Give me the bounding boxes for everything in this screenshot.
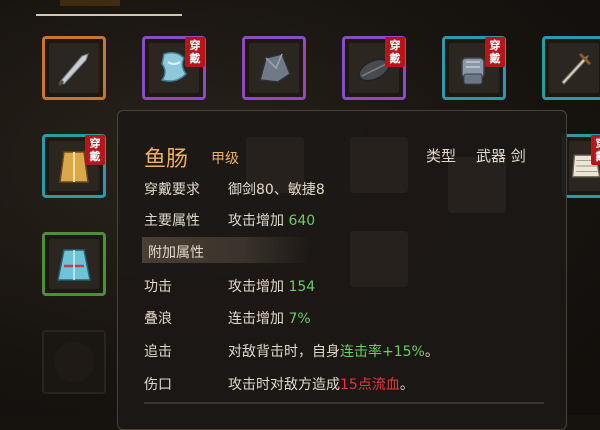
effect-end: 。 [400, 377, 414, 393]
inventory-slot-gold-robe[interactable]: 穿 戴 [42, 134, 106, 198]
tooltip-divider [144, 402, 544, 404]
equipped-badge-text: 穿 戴 [490, 39, 501, 65]
ghost-slot [350, 137, 408, 193]
equipped-badge: 穿 戴 [85, 135, 105, 165]
affix-value: 连击增加 7% [228, 308, 311, 328]
affix-text: 连击增加 [228, 311, 284, 327]
effect-text: 对敌背击时，自身 [228, 344, 340, 360]
item-tooltip: 鱼肠 甲级 类型 武器 剑 穿戴要求 御剑80、敏捷8 主要属性 攻击增加 64… [117, 110, 567, 430]
equipped-badge-text: 穿 戴 [390, 39, 401, 65]
dagger-icon [50, 44, 98, 92]
inventory-slot-gauntlet[interactable]: 穿 戴 [442, 36, 506, 100]
blue-robe-icon [50, 240, 98, 288]
inventory-slot-blue-robe[interactable] [42, 232, 106, 296]
requirement-label: 穿戴要求 [144, 179, 200, 199]
item-grade: 甲级 [211, 148, 239, 168]
main-attribute-label: 主要属性 [144, 210, 200, 230]
effect-label: 伤口 [144, 374, 172, 394]
affix-value: 攻击增加 154 [228, 276, 315, 296]
item-type-label: 类型 [426, 145, 456, 166]
inventory-slot-sword[interactable] [542, 36, 600, 100]
affix-label: 功击 [144, 276, 172, 296]
affix-number: 7% [288, 311, 310, 327]
tab-underline [36, 14, 182, 16]
inventory-slot-bandage-armor[interactable]: 穿 戴 [562, 134, 600, 198]
main-attribute-value: 攻击增加 640 [228, 210, 315, 230]
inventory-slot-cape[interactable]: 穿 戴 [142, 36, 206, 100]
inventory-slot-leaf-shield[interactable]: 穿 戴 [342, 36, 406, 100]
equipped-badge: 穿 戴 [485, 37, 505, 67]
affix-text: 攻击增加 [228, 279, 284, 295]
inventory-slot-shoulder-armor[interactable] [242, 36, 306, 100]
effect-label: 追击 [144, 341, 172, 361]
requirement-value: 御剑80、敏捷8 [228, 179, 325, 199]
equipped-badge-text: 穿 戴 [596, 137, 600, 163]
equipped-badge: 穿 戴 [591, 135, 600, 165]
main-attribute-text: 攻击增加 [228, 213, 284, 229]
inventory-slot-dagger[interactable] [42, 36, 106, 100]
extra-attributes-title: 附加属性 [148, 242, 204, 262]
main-attribute-number: 640 [288, 213, 315, 229]
effect-end: 。 [425, 344, 439, 360]
affix-number: 154 [288, 279, 315, 295]
ghost-slot [350, 231, 408, 287]
shoulder-armor-icon [250, 44, 298, 92]
affix-label: 叠浪 [144, 308, 172, 328]
effect-highlight: 15点流血 [340, 377, 400, 393]
equipped-badge-text: 穿 戴 [190, 39, 201, 65]
inventory-slot-empty[interactable] [42, 330, 106, 394]
effect-text: 攻击时对敌方造成 [228, 377, 340, 393]
equipped-badge: 穿 戴 [385, 37, 405, 67]
sword-icon [550, 44, 598, 92]
item-type-value: 武器 剑 [476, 145, 526, 166]
effect-highlight: 连击率+15% [340, 344, 425, 360]
equipped-badge-text: 穿 戴 [90, 137, 101, 163]
effect-value: 攻击时对敌方造成15点流血。 [228, 374, 414, 394]
equipped-badge: 穿 戴 [185, 37, 205, 67]
item-name: 鱼肠 [144, 141, 188, 173]
effect-value: 对敌背击时，自身连击率+15%。 [228, 341, 439, 361]
top-glow [60, 0, 120, 6]
